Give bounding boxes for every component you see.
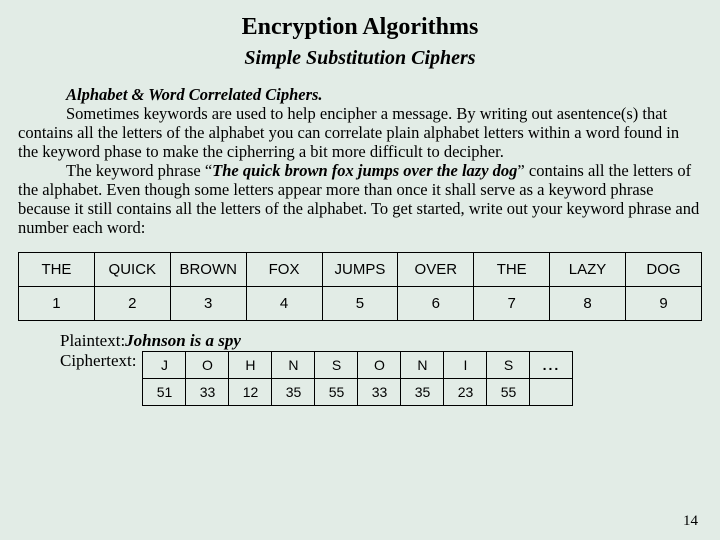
- paragraph-2: The keyword phrase “The quick brown fox …: [18, 162, 702, 238]
- cipher-num: 23: [444, 378, 487, 405]
- keyword-phrase: The quick brown fox jumps over the lazy …: [212, 161, 517, 180]
- page-subtitle: Simple Substitution Ciphers: [18, 47, 702, 70]
- page-number: 14: [683, 513, 698, 530]
- plaintext-value: Johnson is a spy: [125, 331, 241, 351]
- body-text: Alphabet & Word Correlated Ciphers. Some…: [18, 86, 702, 238]
- cipher-cell: S: [487, 351, 530, 378]
- cipher-num: [530, 378, 573, 405]
- cipher-cell: I: [444, 351, 487, 378]
- para1-lead: Sometimes keywords are used to help enci…: [18, 105, 564, 124]
- cipher-cell: O: [186, 351, 229, 378]
- table-row: THE QUICK BROWN FOX JUMPS OVER THE LAZY …: [19, 252, 702, 286]
- word-cell: OVER: [398, 252, 474, 286]
- section-heading: Alphabet & Word Correlated Ciphers.: [18, 86, 702, 105]
- cipher-block: Plaintext: Johnson is a spy Ciphertext: …: [60, 331, 702, 406]
- cipher-cell: N: [401, 351, 444, 378]
- word-cell: THE: [19, 252, 95, 286]
- num-cell: 7: [474, 286, 550, 320]
- word-cell: DOG: [626, 252, 702, 286]
- para2-mid: ” contains: [517, 161, 588, 180]
- num-cell: 8: [550, 286, 626, 320]
- cipher-table: J O H N S O N I S ... 51 33 12 35 55: [142, 351, 573, 406]
- table-row: 1 2 3 4 5 6 7 8 9: [19, 286, 702, 320]
- cipher-num: 33: [186, 378, 229, 405]
- cipher-num: 12: [229, 378, 272, 405]
- cipher-num: 55: [487, 378, 530, 405]
- cipher-cell: H: [229, 351, 272, 378]
- page-title: Encryption Algorithms: [18, 14, 702, 41]
- word-cell: THE: [474, 252, 550, 286]
- cipher-cell: J: [143, 351, 186, 378]
- cipher-cell: S: [315, 351, 358, 378]
- num-cell: 6: [398, 286, 474, 320]
- plaintext-row: Plaintext: Johnson is a spy: [60, 331, 702, 351]
- num-cell: 9: [626, 286, 702, 320]
- num-cell: 1: [19, 286, 95, 320]
- num-cell: 2: [94, 286, 170, 320]
- para2-lead: The keyword phrase “: [18, 162, 212, 181]
- cipher-num: 35: [401, 378, 444, 405]
- ciphertext-label: Ciphertext:: [60, 351, 136, 371]
- table-row: J O H N S O N I S ...: [143, 351, 573, 378]
- word-cell: QUICK: [94, 252, 170, 286]
- num-cell: 3: [170, 286, 246, 320]
- word-cell: FOX: [246, 252, 322, 286]
- cipher-ellipsis: ...: [530, 351, 573, 378]
- cipher-num: 35: [272, 378, 315, 405]
- word-cell: BROWN: [170, 252, 246, 286]
- word-cell: LAZY: [550, 252, 626, 286]
- paragraph-1: Sometimes keywords are used to help enci…: [18, 105, 702, 162]
- cipher-num: 33: [358, 378, 401, 405]
- words-table: THE QUICK BROWN FOX JUMPS OVER THE LAZY …: [18, 252, 702, 321]
- slide: Encryption Algorithms Simple Substitutio…: [0, 0, 720, 540]
- cipher-num: 51: [143, 378, 186, 405]
- num-cell: 5: [322, 286, 398, 320]
- word-cell: JUMPS: [322, 252, 398, 286]
- plaintext-label: Plaintext:: [60, 331, 125, 351]
- cipher-cell: N: [272, 351, 315, 378]
- cipher-cell: O: [358, 351, 401, 378]
- cipher-num: 55: [315, 378, 358, 405]
- table-row: 51 33 12 35 55 33 35 23 55: [143, 378, 573, 405]
- num-cell: 4: [246, 286, 322, 320]
- ciphertext-row: Ciphertext: J O H N S O N I S ... 51 33: [60, 351, 702, 406]
